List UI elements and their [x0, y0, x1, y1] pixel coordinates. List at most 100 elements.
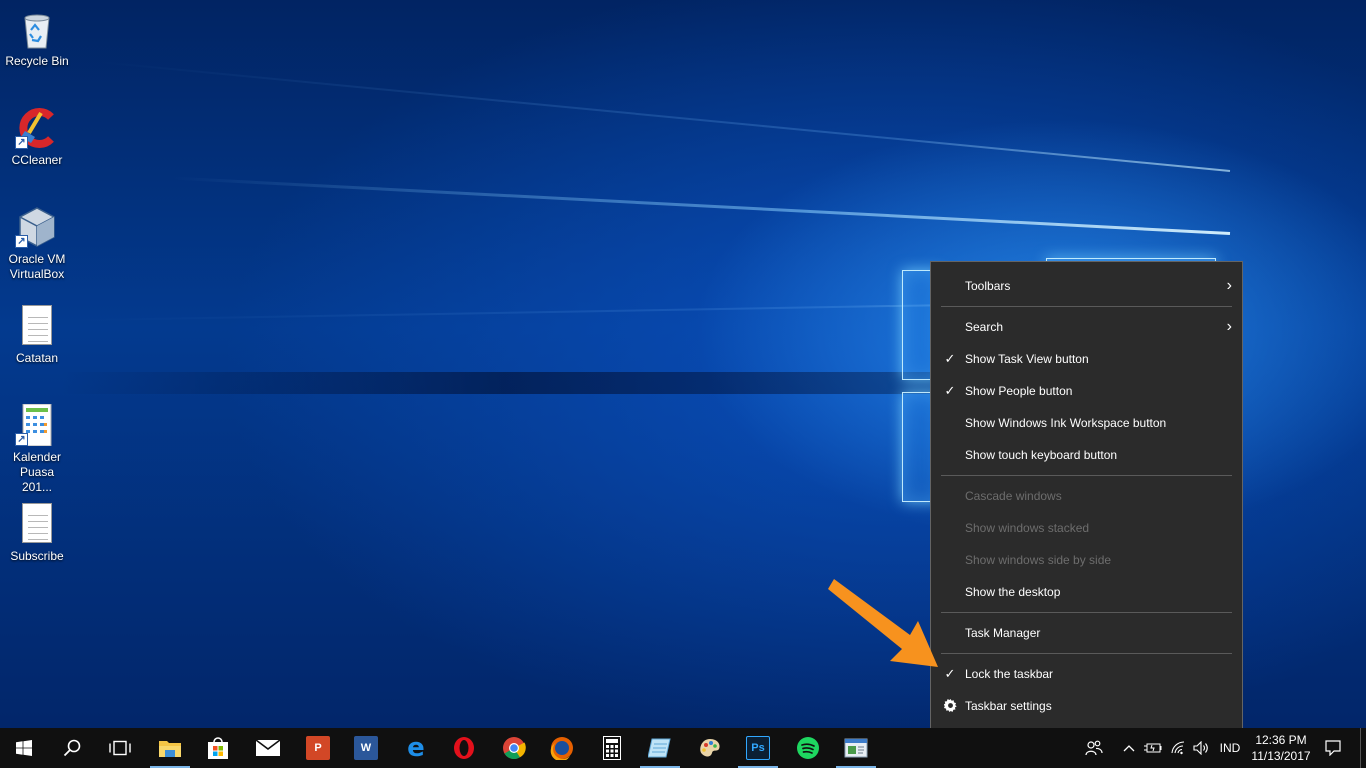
- show-hidden-icons-button[interactable]: [1118, 728, 1140, 768]
- taskbar-app-paint[interactable]: [686, 728, 734, 768]
- taskbar-app-powerpoint[interactable]: P: [294, 728, 342, 768]
- menu-item-label: Lock the taskbar: [965, 667, 1054, 681]
- menu-item-taskbar-settings[interactable]: Taskbar settings: [931, 690, 1242, 722]
- menu-item-label: Show the desktop: [965, 585, 1061, 599]
- desktop-icon-label: Subscribe: [10, 549, 64, 563]
- search-icon: [63, 739, 81, 757]
- chevron-right-icon: ›: [1226, 318, 1232, 335]
- menu-item-label: Show Task View button: [965, 352, 1089, 366]
- taskbar-app-calculator[interactable]: [588, 728, 636, 768]
- taskbar-app-window[interactable]: [832, 728, 880, 768]
- desktop-icon-label: Kalender Puasa 201...: [12, 450, 62, 494]
- photoshop-icon: Ps: [746, 736, 770, 760]
- menu-item-label: Show Windows Ink Workspace button: [965, 416, 1167, 430]
- text-document-icon: [17, 305, 57, 347]
- taskbar-app-chrome[interactable]: [490, 728, 538, 768]
- spotify-icon: [797, 737, 819, 759]
- checkmark-icon: ✓: [944, 383, 956, 398]
- menu-item-lock-the-taskbar[interactable]: ✓ Lock the taskbar: [931, 658, 1242, 690]
- task-view-icon: [109, 740, 131, 756]
- battery-button[interactable]: [1142, 728, 1164, 768]
- menu-item-label: Search: [965, 320, 1004, 334]
- menu-separator: [941, 475, 1232, 476]
- menu-item-label: Taskbar settings: [965, 699, 1052, 713]
- checkmark-icon: ✓: [944, 351, 956, 366]
- menu-item-show-task-view-button[interactable]: ✓ Show Task View button: [931, 343, 1242, 375]
- action-center-button[interactable]: [1318, 728, 1348, 768]
- menu-item-cascade-windows: Cascade windows: [931, 480, 1242, 512]
- taskbar-app-file-explorer[interactable]: [146, 728, 194, 768]
- powerpoint-icon: P: [306, 736, 330, 760]
- menu-item-toolbars[interactable]: Toolbars ›: [931, 270, 1242, 302]
- desktop-icon-label: CCleaner: [11, 153, 63, 167]
- word-icon: W: [354, 736, 378, 760]
- network-button[interactable]: [1166, 728, 1190, 768]
- menu-item-label: Show touch keyboard button: [965, 448, 1118, 462]
- store-bag-icon: [208, 737, 228, 759]
- desktop-icon-virtualbox[interactable]: ↗ Oracle VM VirtualBox: [0, 206, 74, 282]
- menu-item-show-windows-stacked: Show windows stacked: [931, 512, 1242, 544]
- task-view-button[interactable]: [96, 728, 144, 768]
- chrome-icon: [503, 737, 526, 760]
- recycle-bin-icon: [17, 8, 57, 50]
- folder-icon: [159, 741, 181, 757]
- battery-charging-icon: [1144, 743, 1162, 753]
- desktop-icon-label: Recycle Bin: [5, 54, 69, 68]
- desktop-icon-catatan[interactable]: Catatan: [0, 305, 74, 366]
- menu-item-task-manager[interactable]: Task Manager: [931, 617, 1242, 649]
- calculator-icon: [603, 736, 621, 760]
- menu-item-label: Show windows side by side: [965, 553, 1112, 567]
- menu-item-show-people-button[interactable]: ✓ Show People button: [931, 375, 1242, 407]
- search-button[interactable]: [48, 728, 96, 768]
- menu-item-label: Toolbars: [965, 279, 1011, 293]
- taskbar-app-notepad[interactable]: [636, 728, 684, 768]
- annotation-arrow: [828, 579, 938, 667]
- text-document-icon: [17, 503, 57, 545]
- chevron-right-icon: ›: [1226, 277, 1232, 294]
- desktop-icon-subscribe[interactable]: Subscribe: [0, 503, 74, 564]
- desktop-icon-kalender-puasa[interactable]: ↗ Kalender Puasa 201...: [0, 403, 74, 495]
- desktop-icon-label: Oracle VM VirtualBox: [8, 252, 66, 281]
- taskbar-app-edge[interactable]: e: [392, 728, 440, 768]
- menu-item-show-windows-side-by-side: Show windows side by side: [931, 544, 1242, 576]
- notepad-icon: [648, 738, 671, 758]
- menu-separator: [941, 653, 1232, 654]
- volume-button[interactable]: [1190, 728, 1212, 768]
- clock-button[interactable]: 12:36 PM 11/13/2017: [1246, 728, 1316, 768]
- menu-item-show-touch-keyboard-button[interactable]: Show touch keyboard button: [931, 439, 1242, 471]
- desktop-icon-label: Catatan: [15, 351, 59, 365]
- firefox-icon: [550, 737, 573, 760]
- shortcut-arrow-icon: ↗: [15, 433, 28, 446]
- taskbar-app-firefox[interactable]: [538, 728, 586, 768]
- menu-item-label: Show windows stacked: [965, 521, 1090, 535]
- shortcut-arrow-icon: ↗: [15, 235, 28, 248]
- taskbar-app-spotify[interactable]: [784, 728, 832, 768]
- wifi-icon: [1171, 741, 1185, 755]
- show-desktop-button[interactable]: [1360, 728, 1366, 768]
- taskbar-app-store[interactable]: [194, 728, 242, 768]
- virtualbox-icon: ↗: [15, 206, 57, 248]
- menu-item-label: Task Manager: [965, 626, 1041, 640]
- menu-separator: [941, 612, 1232, 613]
- input-language-button[interactable]: IND: [1214, 728, 1246, 768]
- menu-item-label: Cascade windows: [965, 489, 1062, 503]
- desktop-icon-ccleaner[interactable]: ↗ CCleaner: [0, 107, 74, 168]
- calendar-image-icon: ↗: [15, 403, 57, 447]
- start-button[interactable]: [0, 728, 48, 768]
- light-beam: [171, 176, 1231, 235]
- taskbar[interactable]: P W e Ps IND 12:36 PM 11/13/2017: [0, 728, 1366, 768]
- ccleaner-icon: ↗: [15, 107, 57, 149]
- taskbar-app-word[interactable]: W: [342, 728, 390, 768]
- taskbar-app-opera[interactable]: [440, 728, 488, 768]
- people-button[interactable]: [1080, 728, 1108, 768]
- menu-item-show-the-desktop[interactable]: Show the desktop: [931, 576, 1242, 608]
- desktop-icon-recycle-bin[interactable]: Recycle Bin: [0, 8, 74, 69]
- light-beam: [95, 60, 1231, 172]
- edge-icon: e: [407, 733, 425, 763]
- menu-item-show-windows-ink-workspace-button[interactable]: Show Windows Ink Workspace button: [931, 407, 1242, 439]
- menu-item-search[interactable]: Search ›: [931, 311, 1242, 343]
- clock-time: 12:36 PM: [1255, 733, 1307, 747]
- taskbar-app-photoshop[interactable]: Ps: [734, 728, 782, 768]
- mail-icon: [255, 739, 281, 756]
- taskbar-app-mail[interactable]: [244, 728, 292, 768]
